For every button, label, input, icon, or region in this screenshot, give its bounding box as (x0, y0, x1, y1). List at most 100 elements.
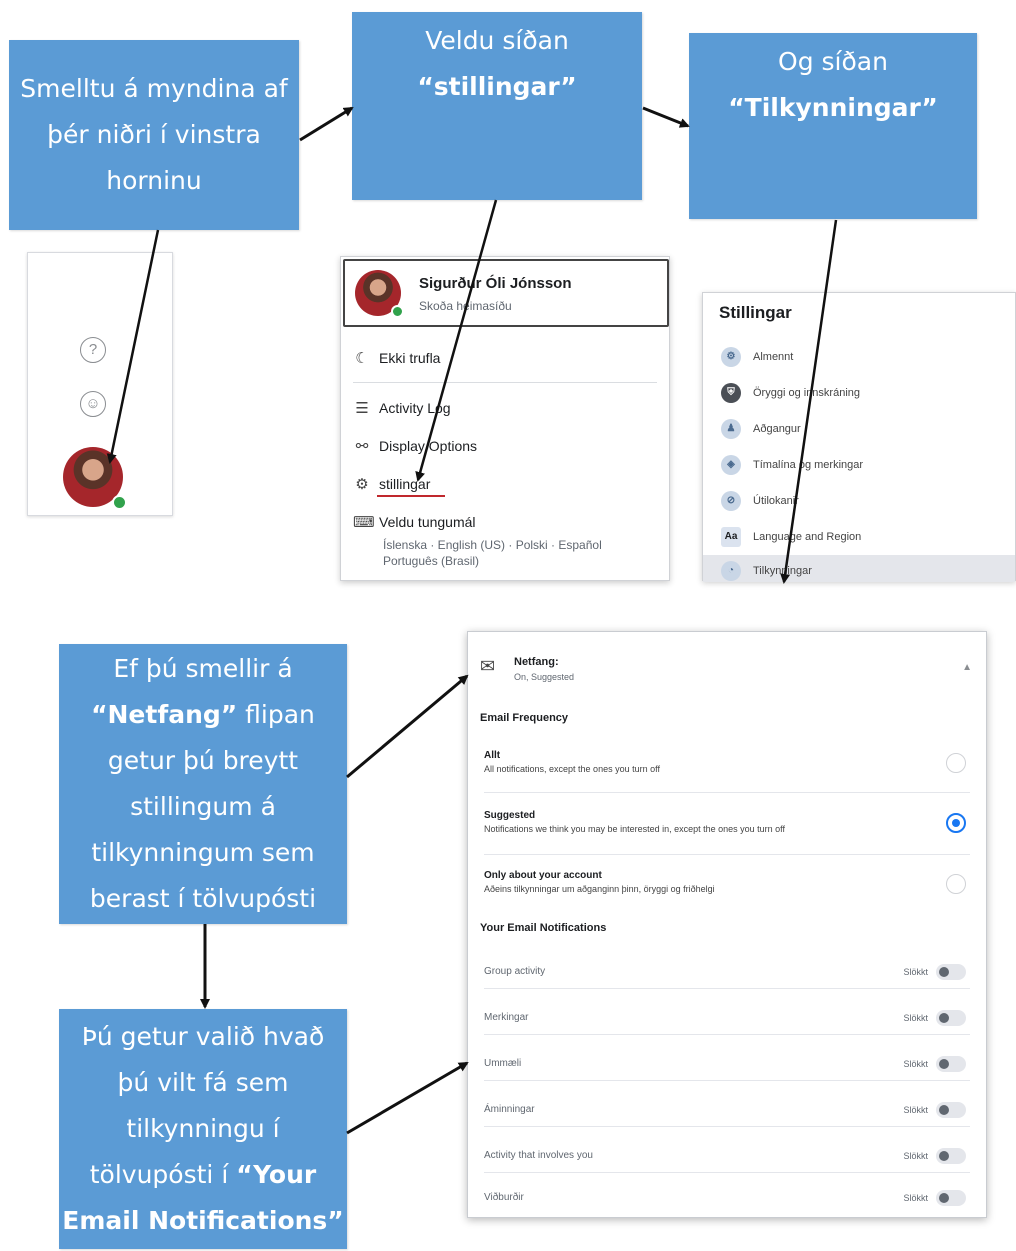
callout-email-tab: Ef þú smellir á “Netfang” flipan getur þ… (59, 644, 347, 924)
block-user-icon: ⊘ (721, 491, 741, 511)
settings-list: Stillingar ⚙ Almennt ⛨ Öryggi og innskráni… (702, 292, 1016, 582)
menu-item-do-not-disturb[interactable]: ☾ Ekki trufla (353, 349, 440, 367)
notification-toggle[interactable] (936, 1010, 966, 1026)
divider (484, 1080, 970, 1081)
tag-icon: ◈ (721, 455, 741, 475)
notification-toggle[interactable] (936, 964, 966, 980)
email-frequency-title: Email Frequency (480, 712, 569, 724)
divider (484, 1126, 970, 1127)
settings-item-label: Öryggi og innskráning (753, 387, 861, 399)
callout-text: horninu (106, 166, 202, 195)
callout-text: þér niðri í vinstra (47, 120, 261, 149)
settings-item-timeline[interactable]: ◈ Tímalína og merkingar (721, 455, 863, 475)
menu-item-activity-log[interactable]: ☰ Activity Log (353, 399, 450, 417)
language-options[interactable]: Português (Brasil) (383, 554, 479, 568)
notification-toggle[interactable] (936, 1148, 966, 1164)
callout-emphasis: Email Notifications” (62, 1206, 344, 1235)
callout-emphasis: “Your (236, 1160, 317, 1189)
frequency-option-suggested[interactable]: Suggested Notifications we think you may… (468, 800, 986, 850)
menu-item-label: Veldu tungumál (379, 514, 476, 530)
notification-label: Group activity (484, 966, 546, 977)
settings-item-label: Almennt (753, 351, 794, 363)
envelope-icon: ✉ (480, 656, 496, 676)
profile-menu: Sigurður Óli Jónsson Skoða heimasíðu ☾ E… (340, 256, 670, 581)
settings-item-general[interactable]: ⚙ Almennt (721, 347, 793, 367)
sidebar-screenshot: ? ☺ (27, 252, 173, 516)
email-header[interactable]: ✉ Netfang: On, Suggested ▲ (468, 632, 986, 692)
menu-item-settings[interactable]: ⚙ stillingar (353, 475, 430, 493)
email-settings-panel: ✉ Netfang: On, Suggested ▲ Email Frequen… (467, 631, 987, 1218)
option-title: Suggested (484, 810, 536, 821)
moon-icon: ☾ (355, 350, 369, 367)
email-notifications-title: Your Email Notifications (480, 922, 607, 934)
callout-text: Smelltu á myndina af (20, 74, 288, 103)
menu-item-label: Ekki trufla (379, 350, 441, 366)
radio-all[interactable] (946, 753, 966, 773)
settings-item-access[interactable]: ♟ Aðgangur (721, 419, 801, 439)
toggle-status: Slökkt (903, 1193, 928, 1203)
settings-item-blocking[interactable]: ⊘ Útilokanir (721, 491, 799, 511)
gear-icon: ⚙ (355, 476, 369, 493)
option-description: Notifications we think you may be intere… (484, 824, 786, 834)
frequency-option-all[interactable]: Allt All notifications, except the ones … (468, 740, 986, 790)
question-circle-icon[interactable]: ? (80, 337, 106, 363)
callout-text: tilkynningu í (126, 1114, 280, 1143)
profile-card[interactable]: Sigurður Óli Jónsson Skoða heimasíðu (343, 259, 669, 327)
toggle-status: Slökkt (903, 1013, 928, 1023)
callout-emphasis: “Tilkynningar” (728, 93, 938, 122)
notification-row[interactable]: Viðburðir Slökkt (468, 1178, 986, 1218)
settings-item-label: Útilokanir (753, 495, 799, 507)
arrow (346, 674, 469, 779)
arrow (299, 106, 354, 142)
menu-divider (353, 382, 657, 383)
settings-item-language-region[interactable]: Aa Language and Region (721, 527, 861, 547)
frequency-option-account-only[interactable]: Only about your account Aðeins tilkynnin… (468, 860, 986, 910)
callout-text: stillingum á (130, 792, 276, 821)
notification-label: Áminningar (484, 1104, 535, 1115)
menu-item-label: Display Options (379, 438, 478, 454)
notification-toggle[interactable] (936, 1056, 966, 1072)
shield-icon: ⛨ (721, 383, 741, 403)
list-icon: ☰ (355, 400, 369, 417)
user-lock-icon: ♟ (721, 419, 741, 439)
divider (484, 988, 970, 989)
settings-item-label: Language and Region (753, 531, 862, 543)
toggle-status: Slökkt (903, 1059, 928, 1069)
callout-choose-settings: Veldu síðan “stillingar” (352, 12, 642, 200)
language-icon: ⌨ (353, 514, 375, 531)
notification-label: Viðburðir (484, 1192, 524, 1203)
language-options[interactable]: Íslenska · English (US) · Polski · Españ… (383, 538, 602, 552)
callout-text: flipan (237, 700, 315, 729)
settings-item-label: Tilkynningar (753, 565, 812, 577)
divider (484, 792, 970, 793)
option-description: All notifications, except the ones you t… (484, 764, 660, 774)
settings-item-security[interactable]: ⛨ Öryggi og innskráning (721, 383, 860, 403)
online-status-dot (391, 305, 404, 318)
chevron-up-icon[interactable]: ▲ (962, 662, 972, 673)
radio-account-only[interactable] (946, 874, 966, 894)
globe-icon: ◔ (721, 561, 741, 581)
callout-text: þú vilt fá sem (117, 1068, 289, 1097)
callout-text: Veldu síðan (425, 26, 569, 55)
language-aa-icon: Aa (721, 527, 741, 547)
notification-toggle[interactable] (936, 1190, 966, 1206)
radio-suggested[interactable] (946, 813, 966, 833)
option-title: Allt (484, 750, 501, 761)
profile-subtitle: Skoða heimasíðu (419, 299, 512, 313)
menu-item-language[interactable]: ⌨ Veldu tungumál (353, 513, 476, 531)
toggle-status: Slökkt (903, 967, 928, 977)
settings-title: Stillingar (719, 303, 792, 322)
menu-item-display-options[interactable]: ⚯ Display Options (353, 437, 477, 455)
arrow (346, 1061, 469, 1135)
smiley-icon[interactable]: ☺ (80, 391, 106, 417)
divider (484, 1172, 970, 1173)
callout-emphasis: “stillingar” (417, 72, 577, 101)
settings-item-notifications[interactable]: ◔ Tilkynningar (703, 555, 1015, 582)
arrow (642, 106, 690, 128)
callout-your-email-notifications: Þú getur valið hvað þú vilt fá sem tilky… (59, 1009, 347, 1249)
notification-label: Ummæli (484, 1058, 522, 1069)
settings-item-label: Tímalína og merkingar (753, 459, 864, 471)
email-header-title: Netfang: (514, 656, 559, 668)
notification-toggle[interactable] (936, 1102, 966, 1118)
divider (484, 854, 970, 855)
